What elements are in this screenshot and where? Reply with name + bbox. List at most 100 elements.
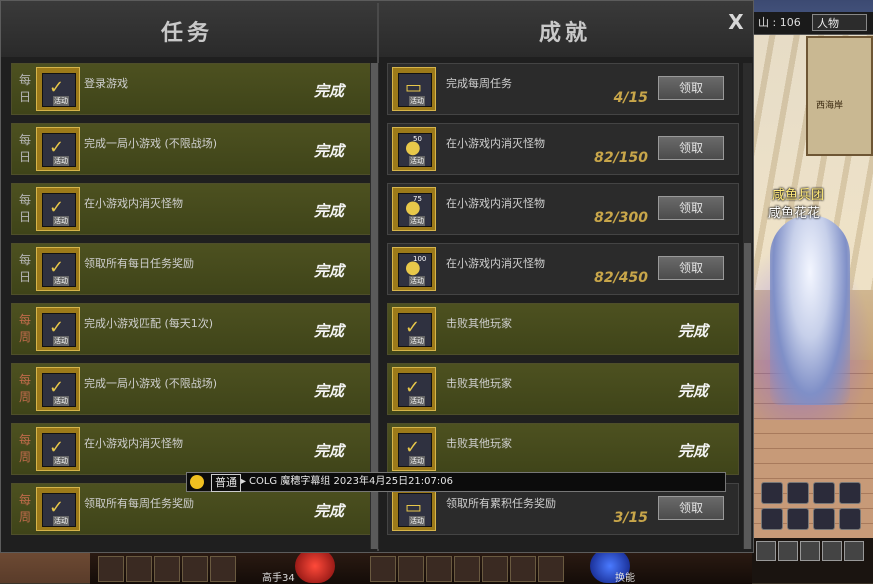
icon-sub-label: 活动: [53, 456, 69, 466]
book-icon[interactable]: [813, 508, 835, 530]
achievement-scrollbar[interactable]: [743, 63, 752, 549]
settings-icon[interactable]: [839, 508, 861, 530]
chest-icon: ▭ 活动: [392, 67, 436, 111]
skill-slot[interactable]: [398, 556, 424, 582]
icon-glyph: ✓: [49, 377, 65, 398]
icon-sub-label: 活动: [409, 396, 425, 406]
character-tab[interactable]: 人物: [812, 14, 867, 31]
status-complete: 完成: [314, 82, 345, 100]
icon-badge: 75: [413, 195, 422, 203]
achievement-row[interactable]: ✓ 活动 击败其他玩家 完成: [387, 303, 739, 355]
close-button[interactable]: X: [725, 11, 747, 33]
claim-button[interactable]: 领取: [658, 256, 724, 280]
claim-button[interactable]: 领取: [658, 136, 724, 160]
status-complete: 完成: [314, 502, 345, 520]
player-character[interactable]: [770, 215, 850, 405]
skill-slot[interactable]: [538, 556, 564, 582]
achievement-name: 击败其他玩家: [446, 377, 512, 390]
task-name: 领取所有每日任务奖励: [84, 257, 194, 270]
checkmark-icon: ✓ 活动: [36, 427, 80, 471]
tasks-title[interactable]: 任务: [161, 15, 213, 47]
calendar-check-icon: ✓ 活动: [36, 67, 80, 111]
skill-menu-icon[interactable]: [800, 541, 820, 561]
icon-frame: ✓ 活动: [398, 373, 432, 407]
shop-icon[interactable]: [761, 482, 783, 504]
skill-slot[interactable]: [370, 556, 396, 582]
pet-icon[interactable]: [839, 482, 861, 504]
icon-frame: ✓ 活动: [42, 73, 76, 107]
status-complete: 完成: [314, 262, 345, 280]
icon-frame: ✓ 活动: [398, 313, 432, 347]
icon-sub-label: 活动: [53, 336, 69, 346]
skill-slot[interactable]: [482, 556, 508, 582]
claim-button[interactable]: 领取: [658, 196, 724, 220]
skill-slot[interactable]: [182, 556, 208, 582]
level-label: 高手34: [262, 573, 295, 584]
icon-glyph: ✓: [49, 137, 65, 158]
menu-grid-icon[interactable]: [756, 541, 776, 561]
achievement-name: 在小游戏内消灭怪物: [446, 257, 545, 270]
emoji-icon[interactable]: [190, 475, 204, 489]
task-row[interactable]: 每日 ✓ 活动 登录游戏 完成: [11, 63, 372, 115]
tp-icon[interactable]: [787, 508, 809, 530]
gift-icon[interactable]: [813, 482, 835, 504]
achievement-name: 完成每周任务: [446, 77, 512, 90]
skill-slot[interactable]: [426, 556, 452, 582]
status-complete: 完成: [314, 442, 345, 460]
task-name: 完成一局小游戏 (不限战场): [84, 377, 218, 390]
checkmark-icon: ✓ 活动: [392, 367, 436, 411]
achievement-row[interactable]: ▭ 活动 完成每周任务 4/15 领取: [387, 63, 739, 115]
achievements-title[interactable]: 成就: [539, 15, 591, 47]
achievement-scroll-thumb[interactable]: [744, 243, 751, 549]
skill-slot[interactable]: [210, 556, 236, 582]
task-row[interactable]: 每日 ✓ 活动 领取所有每日任务奖励 完成: [11, 243, 372, 295]
icon-frame: ✓ 活动: [42, 373, 76, 407]
mail-icon[interactable]: [761, 508, 783, 530]
skill-slot[interactable]: [454, 556, 480, 582]
achievement-name: 在小游戏内消灭怪物: [446, 197, 545, 210]
skill-slot[interactable]: [154, 556, 180, 582]
icon-sub-label: 活动: [409, 216, 425, 226]
period-tag: 每周: [18, 493, 31, 524]
icon-frame: ✓ 活动: [42, 253, 76, 287]
task-name: 在小游戏内消灭怪物: [84, 437, 183, 450]
minimap-label: 西海岸: [816, 101, 844, 111]
claim-button[interactable]: 领取: [658, 76, 724, 100]
character-menu-icon[interactable]: [778, 541, 798, 561]
skill-slot[interactable]: [126, 556, 152, 582]
achievement-progress: 4/15: [613, 90, 648, 106]
icon-glyph: ✓: [49, 77, 65, 98]
guild-menu-icon[interactable]: [844, 541, 864, 561]
task-name: 完成一局小游戏 (不限战场): [84, 137, 218, 150]
task-row[interactable]: 每日 ✓ 活动 在小游戏内消灭怪物 完成: [11, 183, 372, 235]
status-complete: 完成: [314, 382, 345, 400]
icon-sub-label: 活动: [53, 276, 69, 286]
task-row[interactable]: 每周 ✓ 活动 完成一局小游戏 (不限战场) 完成: [11, 363, 372, 415]
achievement-name: 领取所有累积任务奖励: [446, 497, 556, 510]
task-row[interactable]: 每周 ✓ 活动 完成小游戏匹配 (每天1次) 完成: [11, 303, 372, 355]
sword-menu-icon[interactable]: [822, 541, 842, 561]
achievement-row[interactable]: ● 100 活动 在小游戏内消灭怪物 82/450 领取: [387, 243, 739, 295]
icon-sub-label: 活动: [53, 96, 69, 106]
skill-slot[interactable]: [98, 556, 124, 582]
achievement-row[interactable]: ✓ 活动 击败其他玩家 完成: [387, 363, 739, 415]
coin-icon: ● 100 活动: [392, 247, 436, 291]
status-complete: 完成: [314, 202, 345, 220]
minimap[interactable]: 西海岸: [806, 36, 873, 156]
switch-label: 换能: [615, 573, 635, 584]
skill-slot[interactable]: [510, 556, 536, 582]
task-row[interactable]: 每日 ✓ 活动 完成一局小游戏 (不限战场) 完成: [11, 123, 372, 175]
system-menu-bar: [752, 538, 873, 583]
chat-channel-button[interactable]: 普通: [211, 474, 241, 492]
achievement-row[interactable]: ✓ 活动 击败其他玩家 完成: [387, 423, 739, 475]
period-tag: 每日: [18, 133, 31, 164]
achievement-row[interactable]: ● 75 活动 在小游戏内消灭怪物 82/300 领取: [387, 183, 739, 235]
task-row[interactable]: 每周 ✓ 活动 在小游戏内消灭怪物 完成: [11, 423, 372, 475]
achievement-row[interactable]: ● 50 活动 在小游戏内消灭怪物 82/150 领取: [387, 123, 739, 175]
checkmark-icon: ✓ 活动: [392, 307, 436, 351]
icon-sub-label: 活动: [53, 396, 69, 406]
claim-button[interactable]: 领取: [658, 496, 724, 520]
sprout-icon[interactable]: [787, 482, 809, 504]
achievement-progress: 82/450: [594, 270, 648, 286]
icon-glyph: ✓: [405, 317, 421, 338]
